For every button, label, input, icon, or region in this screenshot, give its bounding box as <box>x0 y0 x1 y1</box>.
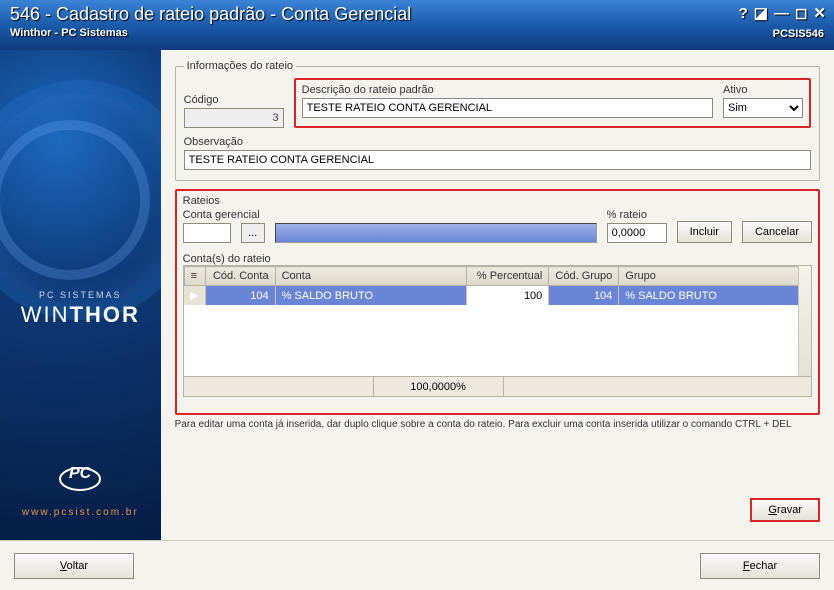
contas-grid[interactable]: ≡ Cód. Conta Conta % Percentual Cód. Gru… <box>183 265 812 397</box>
maximize-icon[interactable]: ◻ <box>795 4 807 22</box>
descricao-ativo-highlight: Descrição do rateio padrão Ativo Sim <box>294 78 811 128</box>
grid-header-perc[interactable]: % Percentual <box>467 267 549 286</box>
rateios-legend: Rateios <box>183 195 220 207</box>
descricao-label: Descrição do rateio padrão <box>302 84 713 96</box>
conta-lookup-button[interactable]: ... <box>241 223 265 243</box>
window-code: PCSIS546 <box>773 28 824 40</box>
window-title: 546 - Cadastro de rateio padrão - Conta … <box>10 4 824 25</box>
window-titlebar: 546 - Cadastro de rateio padrão - Conta … <box>0 0 834 50</box>
work-area: Informações do rateio Código Descrição d… <box>161 50 834 540</box>
grid-header-cod-conta[interactable]: Cód. Conta <box>205 267 275 286</box>
cell-conta: % SALDO BRUTO <box>275 286 467 306</box>
help-icon[interactable]: ? <box>739 5 748 22</box>
minimize-icon[interactable]: — <box>774 5 789 22</box>
grid-header-indicator[interactable]: ≡ <box>184 267 205 286</box>
incluir-button[interactable]: Incluir <box>677 221 732 243</box>
contas-legend: Conta(s) do rateio <box>183 253 812 265</box>
rateios-highlight: Rateios Conta gerencial ... % rateio Inc… <box>175 189 820 415</box>
close-icon[interactable]: ✕ <box>813 4 826 22</box>
descricao-input[interactable] <box>302 98 713 118</box>
row-marker-icon: ▶ <box>184 286 205 306</box>
sidebar: PC SISTEMAS WINTHOR PC www.pcsist.com.br <box>0 50 161 540</box>
grid-header-conta[interactable]: Conta <box>275 267 467 286</box>
conta-gerencial-label: Conta gerencial <box>183 209 303 221</box>
conta-progress <box>275 223 597 243</box>
brand-name-part2: THOR <box>70 302 140 327</box>
bottom-bar: Voltar Fechar <box>0 540 834 590</box>
table-row[interactable]: ▶ 104 % SALDO BRUTO 100 104 % SALDO BRUT… <box>184 286 810 306</box>
cancelar-button[interactable]: Cancelar <box>742 221 812 243</box>
voltar-button[interactable]: Voltar <box>14 553 134 579</box>
brand-logo: PC SISTEMAS WINTHOR <box>0 290 161 328</box>
info-legend: Informações do rateio <box>184 60 296 72</box>
pc-logo: PC <box>0 461 161 500</box>
ativo-label: Ativo <box>723 84 803 96</box>
brand-small-text: PC SISTEMAS <box>0 290 161 300</box>
hint-text: Para editar uma conta já inserida, dar d… <box>175 419 820 430</box>
perc-rateio-input[interactable] <box>607 223 667 243</box>
brand-url: www.pcsist.com.br <box>0 507 161 518</box>
rateios-group: Rateios Conta gerencial ... % rateio Inc… <box>183 195 812 397</box>
grid-header-cod-grupo[interactable]: Cód. Grupo <box>549 267 619 286</box>
observacao-label: Observação <box>184 136 811 148</box>
gravar-button[interactable]: Gravar <box>750 498 820 522</box>
codigo-label: Código <box>184 94 284 106</box>
cell-perc[interactable]: 100 <box>467 286 549 306</box>
observacao-input[interactable] <box>184 150 811 170</box>
fechar-button[interactable]: Fechar <box>700 553 820 579</box>
info-group: Informações do rateio Código Descrição d… <box>175 60 820 181</box>
svg-text:PC: PC <box>69 465 92 482</box>
grid-scrollbar[interactable] <box>798 266 811 378</box>
grid-footer: 100,0000% <box>184 376 811 396</box>
cell-cod-conta: 104 <box>205 286 275 306</box>
codigo-input <box>184 108 284 128</box>
cell-cod-grupo: 104 <box>549 286 619 306</box>
conta-gerencial-input[interactable] <box>183 223 231 243</box>
cell-grupo: % SALDO BRUTO <box>619 286 811 306</box>
ativo-select[interactable]: Sim <box>723 98 803 118</box>
window-subtitle: Winthor - PC Sistemas <box>10 27 824 39</box>
pin-icon[interactable]: ◪ <box>754 4 768 22</box>
grid-header-grupo[interactable]: Grupo <box>619 267 811 286</box>
perc-rateio-label: % rateio <box>607 209 667 221</box>
brand-name-part1: WIN <box>21 302 70 327</box>
grid-footer-perc: 100,0000% <box>374 377 504 396</box>
